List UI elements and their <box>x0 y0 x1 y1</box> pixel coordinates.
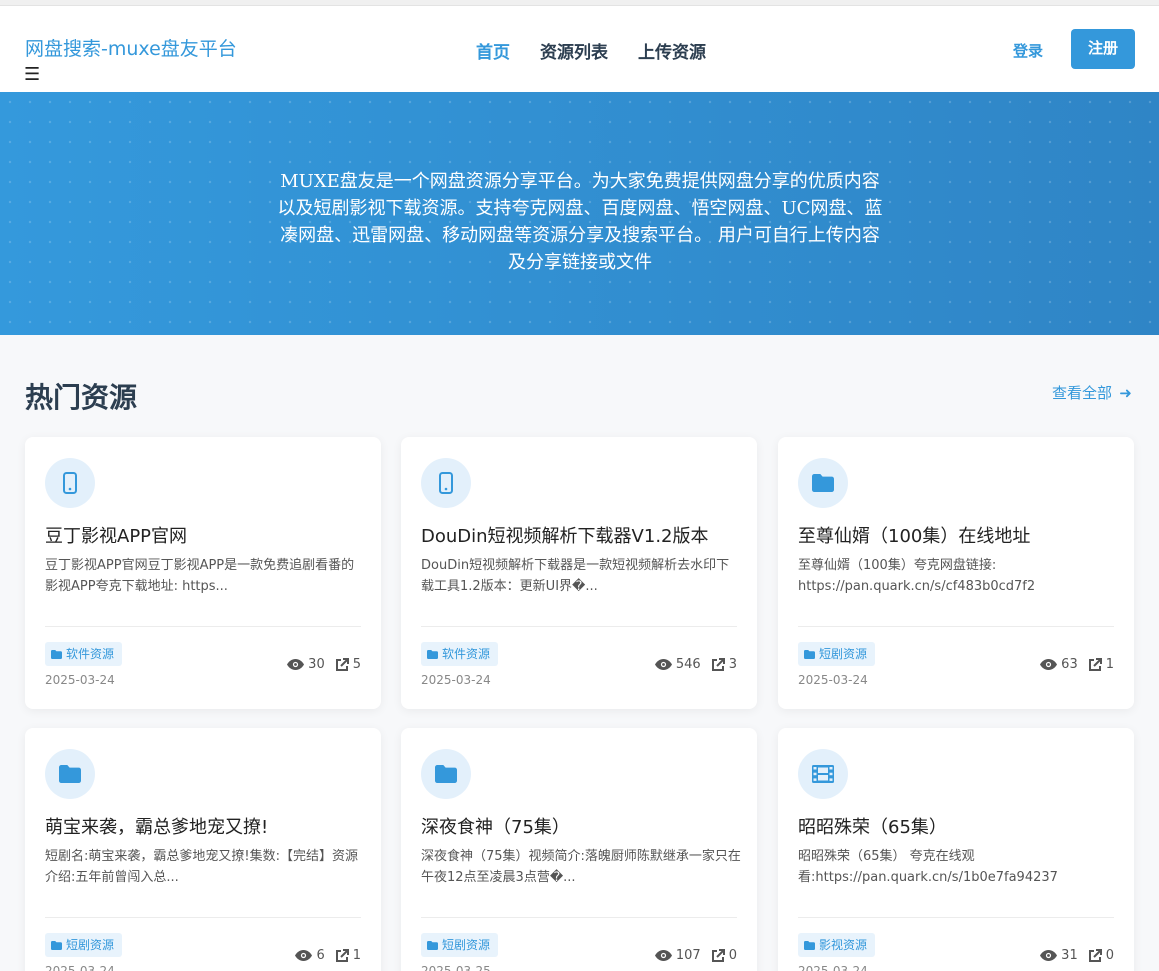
external-link-icon <box>335 657 349 671</box>
folder-icon <box>804 934 815 958</box>
folder-icon <box>421 749 471 799</box>
category-tag[interactable]: 短剧资源 <box>45 933 123 958</box>
folder-icon <box>804 643 815 667</box>
share-count: 1 <box>352 948 361 963</box>
category-label: 短剧资源 <box>819 647 868 661</box>
card-stats: 546 3 <box>654 657 737 672</box>
card-date: 2025-03-24 <box>45 964 115 971</box>
eye-icon <box>1040 950 1058 961</box>
eye-icon <box>654 659 672 670</box>
view-count: 107 <box>675 948 701 963</box>
hero-text: MUXE盘友是一个网盘资源分享平台。为大家免费提供网盘分享的优质内容以及短剧影视… <box>277 171 883 273</box>
card-title[interactable]: DouDin短视频解析下载器V1.2版本 <box>421 522 709 548</box>
category-tag[interactable]: 短剧资源 <box>421 933 499 958</box>
card-description: 至尊仙婿（100集）夸克网盘链接: https://pan.quark.cn/s… <box>798 558 1036 594</box>
share-count: 0 <box>728 948 737 963</box>
category-label: 短剧资源 <box>66 938 115 952</box>
mobile-icon <box>421 458 471 508</box>
view-count: 31 <box>1061 948 1078 963</box>
folder-icon <box>51 643 62 667</box>
card-title[interactable]: 深夜食神（75集） <box>421 813 570 839</box>
hero-banner: MUXE盘友是一个网盘资源分享平台。为大家免费提供网盘分享的优质内容以及短剧影视… <box>0 92 1159 335</box>
hamburger-icon[interactable]: ☰ <box>24 66 40 84</box>
share-count: 1 <box>1105 657 1114 672</box>
card-title[interactable]: 豆丁影视APP官网 <box>45 522 187 548</box>
card-date: 2025-03-24 <box>45 673 115 687</box>
resource-card[interactable]: 豆丁影视APP官网 豆丁影视APP官网豆丁影视APP是一款免费追剧看番的影视AP… <box>25 437 381 709</box>
view-count: 63 <box>1061 657 1078 672</box>
external-link-icon <box>1088 948 1102 962</box>
card-divider <box>45 626 361 627</box>
share-count: 5 <box>352 657 361 672</box>
nav-upload[interactable]: 上传资源 <box>638 38 706 63</box>
section-title: 热门资源 <box>25 381 138 414</box>
card-stats: 31 0 <box>1040 948 1114 963</box>
category-label: 软件资源 <box>66 647 115 661</box>
card-description: 短剧名:萌宝来袭，霸总爹地宠又撩!集数:【完结】资源介绍:五年前曾闯入总... <box>45 849 358 885</box>
folder-icon <box>45 749 95 799</box>
card-divider <box>421 626 737 627</box>
card-divider <box>798 626 1114 627</box>
external-link-icon <box>335 948 349 962</box>
folder-icon <box>798 458 848 508</box>
category-tag[interactable]: 软件资源 <box>421 642 499 667</box>
folder-icon <box>427 643 438 667</box>
card-stats: 63 1 <box>1040 657 1114 672</box>
resource-card[interactable]: 至尊仙婿（100集）在线地址 至尊仙婿（100集）夸克网盘链接: https:/… <box>778 437 1134 709</box>
nav-resource-list[interactable]: 资源列表 <box>540 38 608 63</box>
film-icon <box>798 749 848 799</box>
card-date: 2025-03-25 <box>421 964 491 971</box>
card-title[interactable]: 萌宝来袭，霸总爹地宠又撩! <box>45 813 268 839</box>
view-count: 30 <box>308 657 325 672</box>
site-header: 网盘搜索-muxe盘友平台 ☰ 首页 资源列表 上传资源 登录 注册 <box>0 6 1159 92</box>
resource-card[interactable]: 萌宝来袭，霸总爹地宠又撩! 短剧名:萌宝来袭，霸总爹地宠又撩!集数:【完结】资源… <box>25 728 381 971</box>
view-all-label: 查看全部 <box>1052 384 1113 402</box>
category-label: 影视资源 <box>819 938 868 952</box>
card-stats: 30 5 <box>287 657 361 672</box>
card-date: 2025-03-24 <box>798 964 868 971</box>
card-date: 2025-03-24 <box>421 673 491 687</box>
resource-card[interactable]: DouDin短视频解析下载器V1.2版本 DouDin短视频解析下载器是一款短视… <box>401 437 757 709</box>
arrow-right-icon: ➜ <box>1114 384 1132 402</box>
eye-icon <box>295 950 313 961</box>
card-description: 豆丁影视APP官网豆丁影视APP是一款免费追剧看番的影视APP夸克下载地址: h… <box>45 558 355 594</box>
view-all-link[interactable]: 查看全部 ➜ <box>1052 382 1132 403</box>
share-count: 3 <box>728 657 737 672</box>
view-count: 546 <box>675 657 701 672</box>
eye-icon <box>654 950 672 961</box>
resource-card[interactable]: 深夜食神（75集） 深夜食神（75集）视频简介:落魄厨师陈默继承一家只在午夜12… <box>401 728 757 971</box>
card-description: 深夜食神（75集）视频简介:落魄厨师陈默继承一家只在午夜12点至凌晨3点营�..… <box>421 849 741 885</box>
category-tag[interactable]: 影视资源 <box>798 933 876 958</box>
login-link[interactable]: 登录 <box>1013 40 1043 61</box>
category-tag[interactable]: 短剧资源 <box>798 642 876 667</box>
card-description: 昭昭殊荣（65集） 夸克在线观看:https://pan.quark.cn/s/… <box>798 849 1058 885</box>
category-label: 短剧资源 <box>442 938 491 952</box>
category-label: 软件资源 <box>442 647 491 661</box>
folder-icon <box>427 934 438 958</box>
site-logo[interactable]: 网盘搜索-muxe盘友平台 <box>25 34 237 61</box>
card-divider <box>45 917 361 918</box>
share-count: 0 <box>1105 948 1114 963</box>
external-link-icon <box>1088 657 1102 671</box>
eye-icon <box>287 659 305 670</box>
card-title[interactable]: 昭昭殊荣（65集） <box>798 813 947 839</box>
external-link-icon <box>711 657 725 671</box>
category-tag[interactable]: 软件资源 <box>45 642 123 667</box>
card-divider <box>798 917 1114 918</box>
card-stats: 6 1 <box>295 948 361 963</box>
view-count: 6 <box>316 948 325 963</box>
external-link-icon <box>711 948 725 962</box>
nav-home[interactable]: 首页 <box>476 38 510 63</box>
card-description: DouDin短视频解析下载器是一款短视频解析去水印下载工具1.2版本：更新UI界… <box>421 558 730 594</box>
folder-icon <box>51 934 62 958</box>
card-date: 2025-03-24 <box>798 673 868 687</box>
main-nav: 首页 资源列表 上传资源 <box>476 38 736 63</box>
card-divider <box>421 917 737 918</box>
card-title[interactable]: 至尊仙婿（100集）在线地址 <box>798 522 1030 548</box>
mobile-icon <box>45 458 95 508</box>
register-button[interactable]: 注册 <box>1071 29 1135 69</box>
resource-card[interactable]: 昭昭殊荣（65集） 昭昭殊荣（65集） 夸克在线观看:https://pan.q… <box>778 728 1134 971</box>
card-stats: 107 0 <box>654 948 737 963</box>
eye-icon <box>1040 659 1058 670</box>
